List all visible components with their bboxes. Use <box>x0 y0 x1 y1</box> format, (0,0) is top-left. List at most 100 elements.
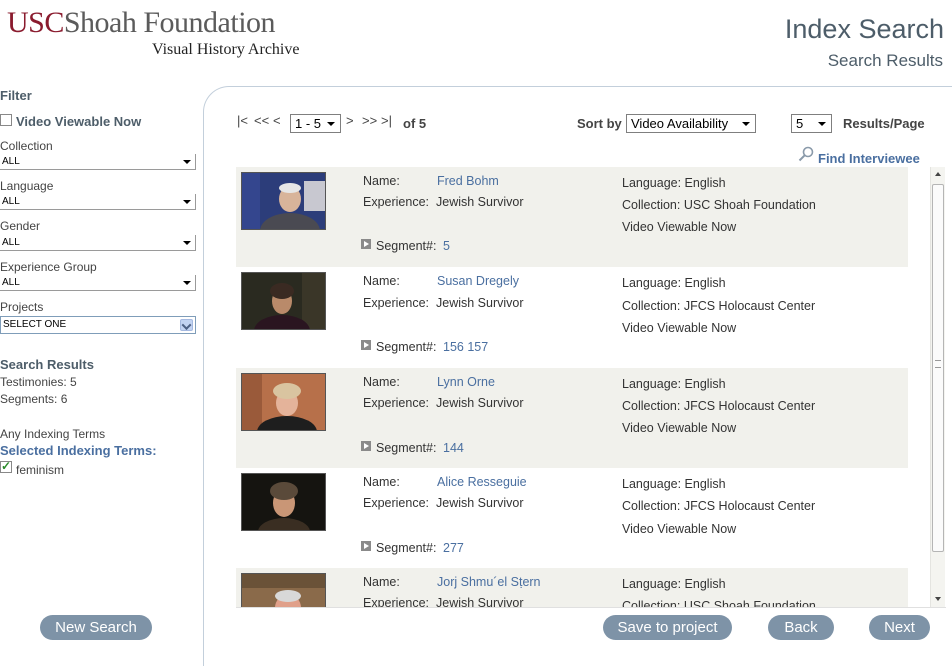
result-row: Name: Jorj Shmu´el Sṭern Experience: Jew… <box>236 568 908 607</box>
collection-label: Collection <box>0 139 53 153</box>
gender-label: Gender <box>0 219 41 233</box>
play-icon[interactable] <box>361 541 371 551</box>
collection-value: Collection: USC Shoah Foundation <box>622 599 816 607</box>
video-thumbnail[interactable] <box>241 172 326 230</box>
prev-pages-icon[interactable]: << <box>254 113 269 128</box>
portrait-image <box>242 574 325 607</box>
play-icon[interactable] <box>361 441 371 451</box>
page-count: of 5 <box>403 116 427 131</box>
new-search-button[interactable]: New Search <box>40 615 152 640</box>
portrait-image <box>242 374 325 430</box>
next-page-icon[interactable]: > <box>346 113 354 128</box>
testimonies-count: Testimonies: 5 <box>0 375 77 389</box>
last-page-icon[interactable]: >| <box>381 113 392 128</box>
interviewee-name-link[interactable]: Alice Resseguie <box>437 475 527 489</box>
play-icon[interactable] <box>361 239 371 249</box>
segment-label: Segment#: <box>376 340 437 354</box>
sort-select[interactable]: Video Availability <box>626 114 756 133</box>
search-results-title: Search Results <box>0 357 94 372</box>
find-interviewee-link[interactable]: Find Interviewee <box>818 151 920 166</box>
collection-select[interactable]: ALL <box>0 154 196 170</box>
logo-usc: USC <box>7 6 64 39</box>
name-label: Name: <box>363 274 400 288</box>
name-label: Name: <box>363 575 400 589</box>
experience-label: Experience: <box>363 296 430 310</box>
collection-value: Collection: USC Shoah Foundation <box>622 198 816 212</box>
video-viewable-checkbox[interactable] <box>0 114 12 126</box>
interviewee-name-link[interactable]: Lynn Orne <box>437 375 495 389</box>
projects-value: SELECT ONE <box>3 319 67 330</box>
video-thumbnail[interactable] <box>241 272 326 330</box>
interviewee-name-link[interactable]: Jorj Shmu´el Sṭern <box>437 575 541 589</box>
prev-page-icon[interactable]: < <box>273 113 281 128</box>
collection-value: Collection: JFCS Holocaust Center <box>622 299 816 313</box>
chevron-down-icon <box>818 122 826 126</box>
experience-value: Jewish Survivor <box>436 596 524 607</box>
logo: USCShoah Foundation <box>7 6 276 40</box>
portrait-image <box>242 474 325 530</box>
sort-value: Video Availability <box>631 116 729 131</box>
interviewee-name-link[interactable]: Susan Dregely <box>437 274 519 288</box>
scroll-down-icon[interactable] <box>931 592 946 607</box>
page-range-select[interactable]: 1 - 5 <box>290 114 341 133</box>
portrait-image <box>242 273 325 329</box>
experience-value: Jewish Survivor <box>436 296 524 310</box>
viewable-status: Video Viewable Now <box>622 321 737 335</box>
next-pages-icon[interactable]: >> <box>362 113 377 128</box>
experience-value: Jewish Survivor <box>436 195 524 209</box>
divider <box>236 607 946 608</box>
scroll-up-icon[interactable] <box>931 167 946 182</box>
collection-value: ALL <box>2 156 20 167</box>
experience-label: Experience: <box>363 396 430 410</box>
projects-select[interactable]: SELECT ONE <box>0 316 196 334</box>
experience-group-select[interactable]: ALL <box>0 275 196 291</box>
experience-value: Jewish Survivor <box>436 396 524 410</box>
language-value: ALL <box>2 196 20 207</box>
experience-value: Jewish Survivor <box>436 496 524 510</box>
gender-select[interactable]: ALL <box>0 235 196 251</box>
sort-label: Sort by <box>577 116 622 131</box>
page-range-value: 1 - 5 <box>295 116 322 131</box>
language-value: Language: English <box>622 477 726 491</box>
first-page-icon[interactable]: |< <box>237 113 248 128</box>
segments-count: Segments: 6 <box>0 392 68 406</box>
name-label: Name: <box>363 375 400 389</box>
term-label: feminism <box>16 463 65 477</box>
logo-subtitle: Visual History Archive <box>152 41 300 58</box>
segment-link[interactable]: 156 157 <box>443 340 488 354</box>
selected-indexing-terms-label: Selected Indexing Terms: <box>0 443 157 458</box>
any-indexing-terms: Any Indexing Terms <box>0 427 106 441</box>
back-button[interactable]: Back <box>768 615 834 640</box>
next-button[interactable]: Next <box>869 615 930 640</box>
page-subtitle: Search Results <box>827 51 943 70</box>
portrait-image <box>242 173 325 229</box>
chevron-down-icon <box>183 241 191 245</box>
video-thumbnail[interactable] <box>241 573 326 607</box>
video-thumbnail[interactable] <box>241 373 326 431</box>
term-checkbox[interactable] <box>0 459 12 473</box>
play-icon[interactable] <box>361 340 371 350</box>
per-page-label: Results/Page <box>843 116 925 131</box>
language-value: Language: English <box>622 276 726 290</box>
experience-label: Experience: <box>363 195 430 209</box>
save-to-project-button[interactable]: Save to project <box>603 615 732 640</box>
per-page-select[interactable]: 5 <box>791 114 832 133</box>
segment-link[interactable]: 144 <box>443 441 464 455</box>
experience-label: Experience: <box>363 596 430 607</box>
collection-value: Collection: JFCS Holocaust Center <box>622 499 816 513</box>
segment-label: Segment#: <box>376 441 437 455</box>
gender-value: ALL <box>2 237 20 248</box>
name-label: Name: <box>363 174 400 188</box>
scrollbar-thumb[interactable] <box>932 184 944 552</box>
result-row: Name: Lynn Orne Experience: Jewish Survi… <box>236 368 908 468</box>
interviewee-name-link[interactable]: Fred Bohm <box>437 174 499 188</box>
results-list: Name: Fred Bohm Experience: Jewish Survi… <box>236 167 908 607</box>
magnifier-icon[interactable] <box>798 146 814 162</box>
results-scrollbar[interactable] <box>930 167 945 607</box>
segment-link[interactable]: 277 <box>443 541 464 555</box>
segment-link[interactable]: 5 <box>443 239 450 253</box>
chevron-down-icon <box>327 122 335 126</box>
video-thumbnail[interactable] <box>241 473 326 531</box>
result-row: Name: Susan Dregely Experience: Jewish S… <box>236 267 908 367</box>
language-select[interactable]: ALL <box>0 194 196 210</box>
